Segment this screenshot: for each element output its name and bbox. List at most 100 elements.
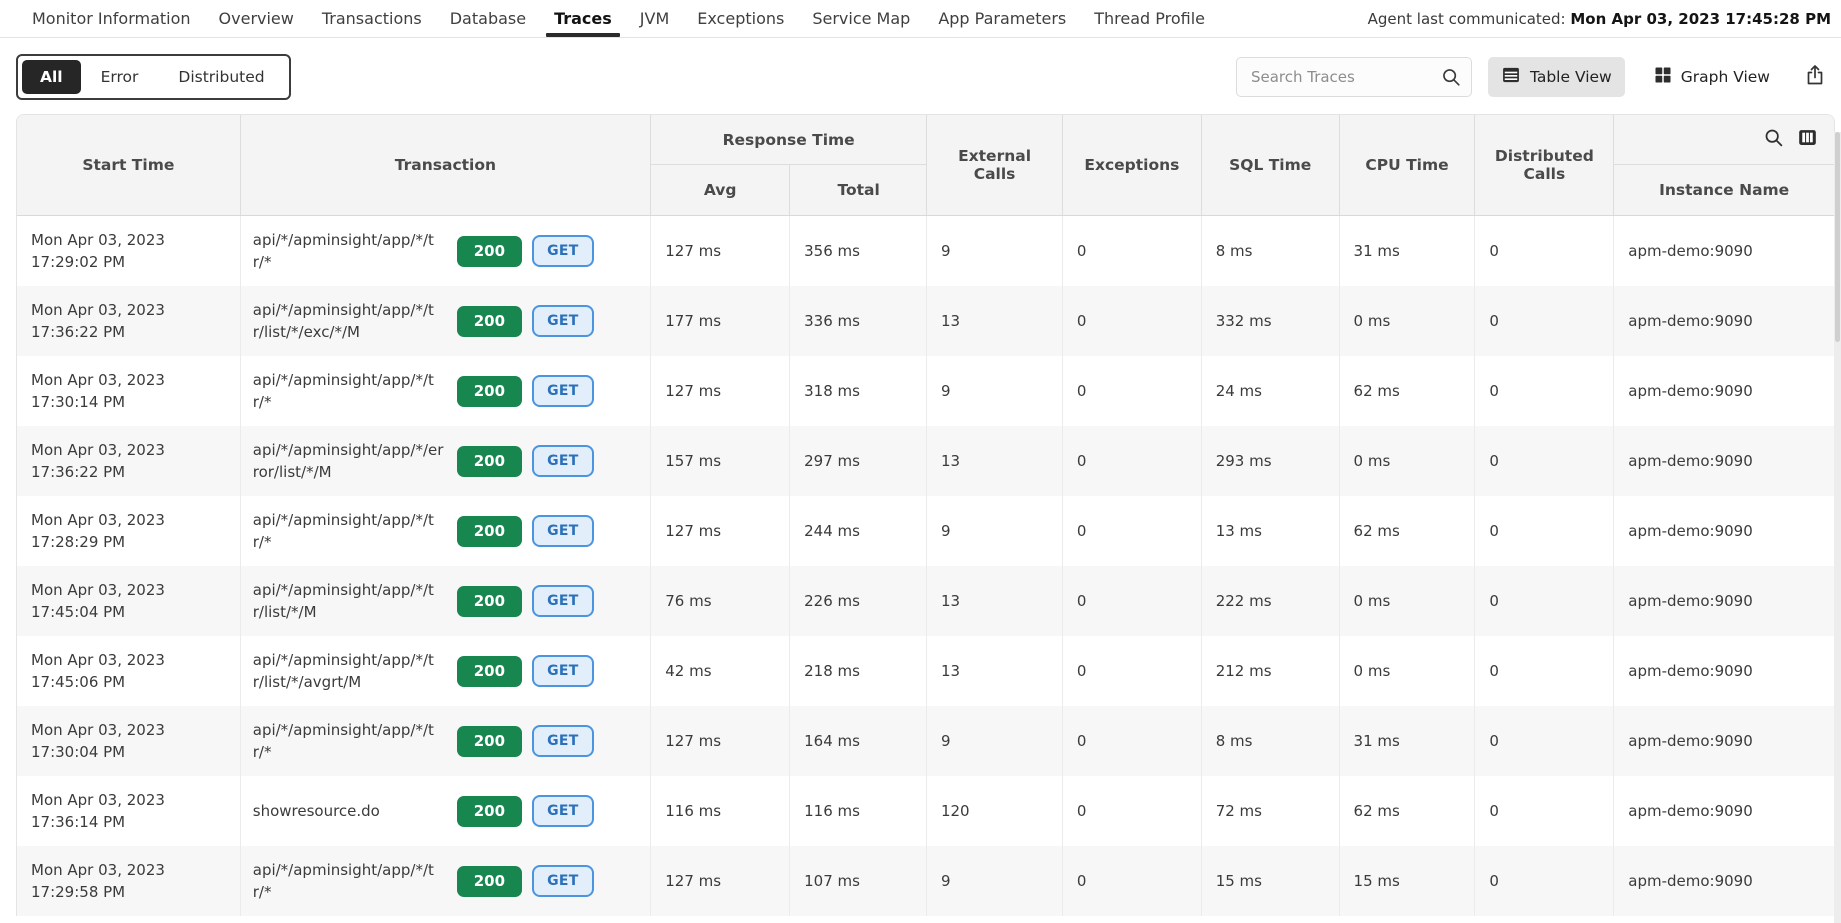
trace-filter-button[interactable]: Error (81, 60, 159, 94)
cell-start-time: Mon Apr 03, 2023 17:29:02 PM (17, 216, 241, 286)
header-external-calls: External Calls (927, 115, 1063, 215)
table-search-icon[interactable] (1763, 127, 1784, 152)
transaction-url: api/*/apminsight/app/*/tr/* (253, 509, 445, 554)
cell-cpu-time: 31 ms (1340, 706, 1476, 776)
cell-distributed-calls: 0 (1475, 636, 1614, 706)
cell-start-time: Mon Apr 03, 2023 17:36:22 PM (17, 286, 241, 356)
trace-row[interactable]: Mon Apr 03, 2023 17:29:58 PM api/*/apmin… (17, 846, 1834, 916)
nav-tab[interactable]: Exceptions (683, 0, 798, 37)
table-view-button[interactable]: Table View (1488, 57, 1625, 97)
cell-exceptions: 0 (1063, 706, 1202, 776)
trace-row[interactable]: Mon Apr 03, 2023 17:36:14 PM showresourc… (17, 776, 1834, 846)
cell-external-calls: 9 (927, 216, 1063, 286)
cell-total-response-time: 318 ms (790, 356, 927, 426)
search-icon[interactable] (1440, 66, 1462, 92)
trace-row[interactable]: Mon Apr 03, 2023 17:30:14 PM api/*/apmin… (17, 356, 1834, 426)
trace-row[interactable]: Mon Apr 03, 2023 17:45:04 PM api/*/apmin… (17, 566, 1834, 636)
cell-cpu-time: 62 ms (1340, 496, 1476, 566)
cell-avg-response-time: 127 ms (651, 846, 790, 916)
cell-instance-name: apm-demo:9090 (1614, 636, 1834, 706)
header-distributed-calls: Distributed Calls (1475, 115, 1614, 215)
cell-exceptions: 0 (1063, 356, 1202, 426)
nav-tab[interactable]: Transactions (308, 0, 436, 37)
header-cpu-time: CPU Time (1340, 115, 1476, 215)
header-response-time-group: Response Time Avg Total (651, 115, 927, 215)
cell-avg-response-time: 157 ms (651, 426, 790, 496)
header-total: Total (790, 165, 927, 215)
trace-filter-button[interactable]: Distributed (158, 60, 284, 94)
export-share-button[interactable] (1803, 63, 1835, 91)
column-chooser-icon[interactable] (1797, 127, 1818, 152)
cell-transaction: api/*/apminsight/app/*/tr/* 200 GET (241, 846, 652, 916)
cell-start-time: Mon Apr 03, 2023 17:30:04 PM (17, 706, 241, 776)
cell-transaction: api/*/apminsight/app/*/tr/* 200 GET (241, 216, 652, 286)
header-instance-group: Instance Name (1614, 115, 1834, 215)
http-method-badge: GET (532, 585, 594, 617)
toolbar-right: Table View Graph View (1236, 57, 1835, 97)
nav-tab-label: Overview (219, 9, 294, 28)
cell-instance-name: apm-demo:9090 (1614, 566, 1834, 636)
nav-tab[interactable]: Overview (205, 0, 308, 37)
cell-distributed-calls: 0 (1475, 706, 1614, 776)
nav-tab-label: Traces (554, 9, 612, 28)
trace-filter-button[interactable]: All (22, 60, 81, 94)
cell-total-response-time: 356 ms (790, 216, 927, 286)
trace-row[interactable]: Mon Apr 03, 2023 17:36:22 PM api/*/apmin… (17, 286, 1834, 356)
nav-tab-label: App Parameters (938, 9, 1066, 28)
cell-instance-name: apm-demo:9090 (1614, 496, 1834, 566)
nav-tabs: Monitor Information Overview Transaction… (18, 0, 1219, 37)
transaction-url: api/*/apminsight/app/*/tr/* (253, 859, 445, 904)
nav-tab[interactable]: JVM (626, 0, 683, 37)
cell-cpu-time: 62 ms (1340, 776, 1476, 846)
cell-sql-time: 332 ms (1202, 286, 1340, 356)
cell-external-calls: 9 (927, 846, 1063, 916)
cell-cpu-time: 31 ms (1340, 216, 1476, 286)
status-code-badge: 200 (457, 866, 522, 897)
cell-external-calls: 13 (927, 286, 1063, 356)
header-start-time: Start Time (17, 115, 241, 215)
cell-transaction: api/*/apminsight/app/*/tr/list/*/avgrt/M… (241, 636, 652, 706)
top-navigation: Monitor Information Overview Transaction… (0, 0, 1841, 38)
nav-tab[interactable]: Thread Profile (1080, 0, 1219, 37)
nav-tab-label: Database (450, 9, 526, 28)
graph-view-icon (1654, 66, 1672, 88)
cell-avg-response-time: 127 ms (651, 356, 790, 426)
cell-distributed-calls: 0 (1475, 356, 1614, 426)
trace-filter-label: Error (101, 68, 139, 86)
cell-transaction: api/*/apminsight/app/*/tr/* 200 GET (241, 706, 652, 776)
scrollbar-thumb[interactable] (1835, 132, 1840, 342)
traces-table: Start Time Transaction Response Time Avg… (16, 114, 1835, 916)
trace-row[interactable]: Mon Apr 03, 2023 17:36:22 PM api/*/apmin… (17, 426, 1834, 496)
nav-tab[interactable]: Service Map (798, 0, 924, 37)
nav-tab[interactable]: App Parameters (924, 0, 1080, 37)
nav-tab[interactable]: Traces (540, 0, 626, 37)
graph-view-button[interactable]: Graph View (1641, 58, 1783, 96)
trace-filter-group: All Error Distributed (16, 54, 291, 100)
transaction-url: showresource.do (253, 800, 445, 823)
cell-external-calls: 13 (927, 426, 1063, 496)
nav-tab[interactable]: Database (436, 0, 540, 37)
cell-start-time: Mon Apr 03, 2023 17:36:14 PM (17, 776, 241, 846)
cell-avg-response-time: 127 ms (651, 706, 790, 776)
status-code-badge: 200 (457, 446, 522, 477)
cell-sql-time: 8 ms (1202, 706, 1340, 776)
cell-total-response-time: 244 ms (790, 496, 927, 566)
trace-row[interactable]: Mon Apr 03, 2023 17:28:29 PM api/*/apmin… (17, 496, 1834, 566)
search-traces-input[interactable] (1236, 57, 1472, 97)
cell-external-calls: 9 (927, 496, 1063, 566)
cell-distributed-calls: 0 (1475, 496, 1614, 566)
vertical-scrollbar[interactable] (1834, 132, 1841, 923)
cell-sql-time: 293 ms (1202, 426, 1340, 496)
cell-external-calls: 13 (927, 566, 1063, 636)
search-traces-box (1236, 57, 1472, 97)
trace-row[interactable]: Mon Apr 03, 2023 17:30:04 PM api/*/apmin… (17, 706, 1834, 776)
status-code-badge: 200 (457, 306, 522, 337)
cell-sql-time: 212 ms (1202, 636, 1340, 706)
cell-instance-name: apm-demo:9090 (1614, 846, 1834, 916)
trace-row[interactable]: Mon Apr 03, 2023 17:29:02 PM api/*/apmin… (17, 216, 1834, 286)
cell-exceptions: 0 (1063, 496, 1202, 566)
cell-avg-response-time: 177 ms (651, 286, 790, 356)
traces-table-header: Start Time Transaction Response Time Avg… (17, 115, 1834, 216)
trace-row[interactable]: Mon Apr 03, 2023 17:45:06 PM api/*/apmin… (17, 636, 1834, 706)
nav-tab[interactable]: Monitor Information (18, 0, 205, 37)
